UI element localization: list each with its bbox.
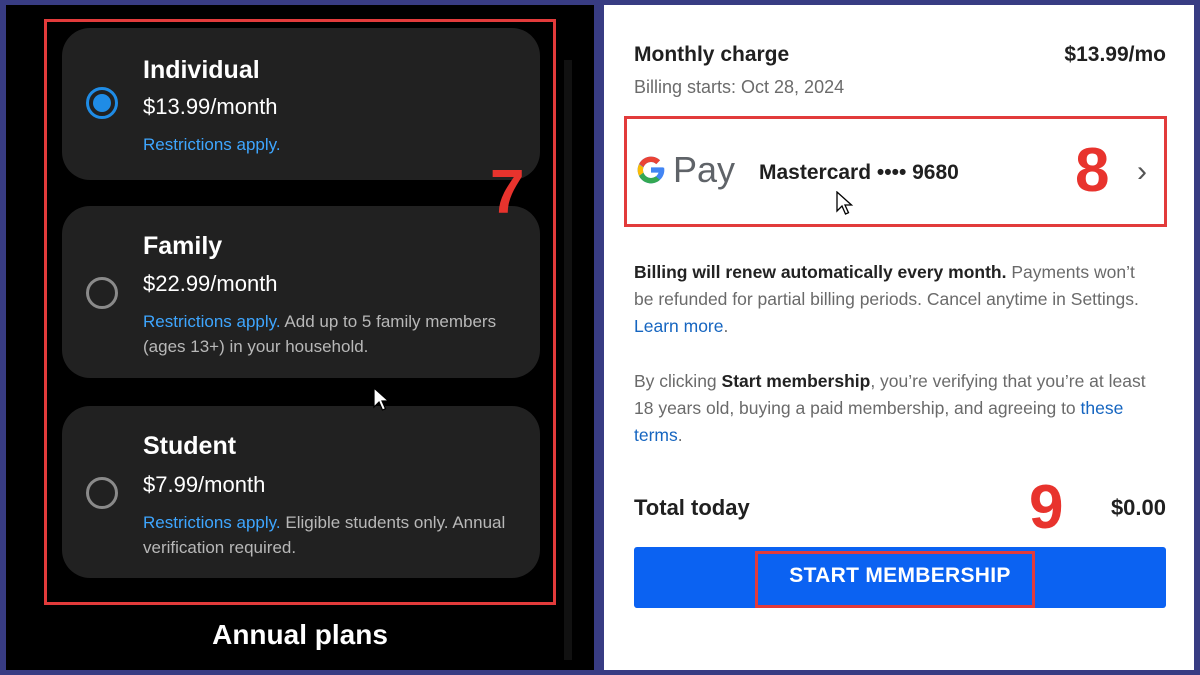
learn-more-link[interactable]: Learn more [634, 316, 724, 336]
plans-highlight-box [44, 19, 556, 605]
renewal-bold: Billing will renew automatically every m… [634, 262, 1007, 282]
scrollbar[interactable] [564, 60, 572, 660]
monthly-charge-value: $13.99/mo [1064, 43, 1166, 66]
start-button-highlight-box [755, 551, 1035, 608]
plan-selection-panel: Individual $13.99/month Restrictions app… [6, 5, 594, 670]
terms-bold: Start membership [721, 371, 871, 391]
annual-plans-heading: Annual plans [212, 619, 388, 650]
card-label: Mastercard •••• 9680 [759, 161, 959, 184]
payment-method-row[interactable]: Pay Mastercard •••• 9680 8 › [624, 116, 1167, 227]
renewal-end: . [723, 316, 729, 336]
step-number-7: 7 [490, 158, 525, 227]
step-number-9: 9 [1029, 473, 1064, 542]
total-today-label: Total today [634, 495, 750, 520]
terms-pre: By clicking [634, 371, 722, 391]
google-pay-logo: Pay [635, 149, 735, 191]
checkout-panel: Monthly charge $13.99/mo Billing starts:… [604, 5, 1194, 670]
google-g-icon [637, 156, 665, 184]
step-number-8: 8 [1075, 136, 1110, 205]
mouse-cursor-icon [373, 387, 391, 411]
terms-notice: By clicking Start membership, you’re ver… [634, 368, 1154, 449]
billing-start-date: Billing starts: Oct 28, 2024 [634, 77, 845, 97]
mouse-cursor-icon [836, 191, 854, 215]
total-today-value: $0.00 [1110, 495, 1166, 520]
monthly-charge-label: Monthly charge [634, 43, 790, 66]
gpay-pay-text: Pay [673, 149, 736, 190]
terms-end: . [677, 425, 683, 445]
renewal-notice: Billing will renew automatically every m… [634, 259, 1154, 340]
chevron-right-icon[interactable]: › [1137, 155, 1147, 189]
